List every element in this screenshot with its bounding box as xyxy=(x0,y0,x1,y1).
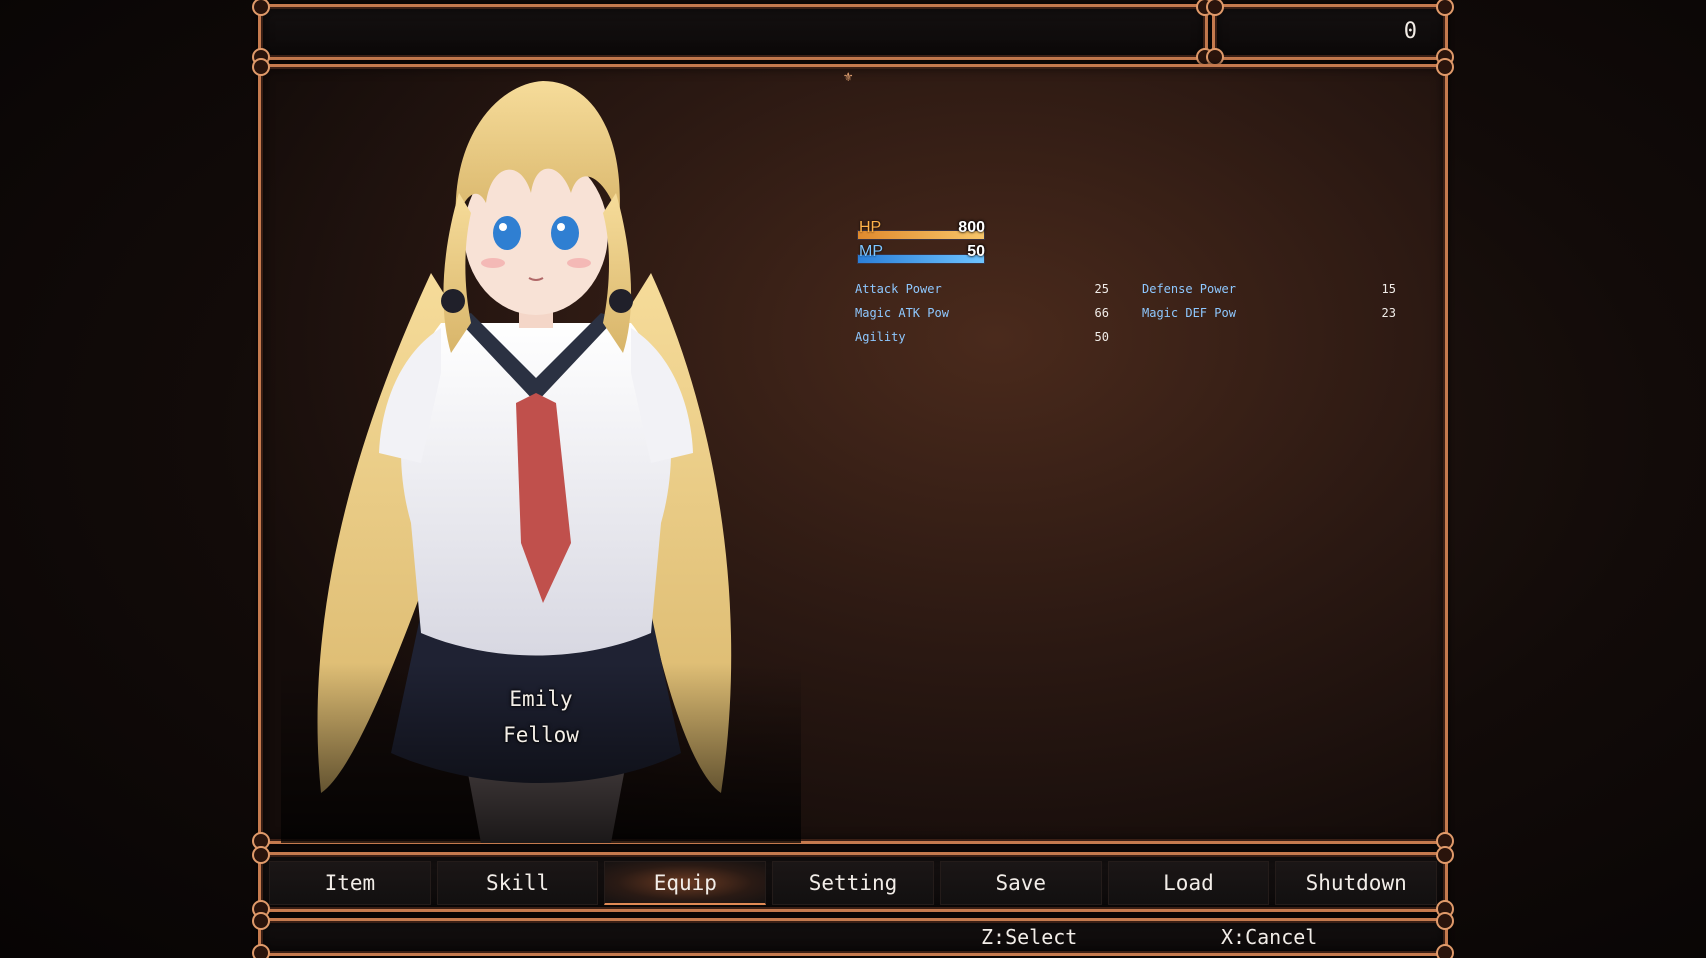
select-key-hint: Z:Select xyxy=(981,925,1078,949)
corner-ornament-icon xyxy=(252,912,270,930)
gold-value: 0 xyxy=(1403,19,1417,44)
mp-gauge: MP 50 xyxy=(857,243,985,267)
corner-ornament-icon xyxy=(252,846,270,864)
menu-item-skill[interactable]: Skill xyxy=(436,861,599,905)
param-defense-label: Defense Power xyxy=(1142,282,1236,296)
param-magic-defense: Magic DEF Pow 23 xyxy=(1142,306,1406,324)
corner-ornament-icon xyxy=(1206,0,1224,16)
actor-portrait[interactable]: Emily Fellow xyxy=(281,73,801,843)
top-window xyxy=(252,0,1214,66)
actor-name: Emily xyxy=(509,687,573,711)
param-attack-value: 25 xyxy=(1094,282,1109,296)
actor-class: Fellow xyxy=(503,723,579,747)
param-attack-label: Attack Power xyxy=(855,282,942,296)
gold-window: 0 xyxy=(1206,0,1454,66)
param-magic-attack-value: 66 xyxy=(1094,306,1109,320)
menu-item-save[interactable]: Save xyxy=(939,861,1102,905)
command-row: Item Skill Equip Setting Save Load Shutd… xyxy=(269,861,1438,905)
param-defense: Defense Power 15 xyxy=(1142,282,1406,300)
corner-ornament-icon xyxy=(252,0,270,16)
corner-ornament-icon xyxy=(1436,58,1454,76)
corner-ornament-icon xyxy=(252,944,270,958)
game-screen: 0 ⚜ Emily Fellow HP 800 MP 50 Attack Pow… xyxy=(0,0,1706,958)
menu-item-load[interactable]: Load xyxy=(1107,861,1270,905)
corner-ornament-icon xyxy=(1436,944,1454,958)
hp-label: HP xyxy=(859,219,882,236)
param-agility-label: Agility xyxy=(855,330,906,344)
mp-value: 50 xyxy=(967,243,985,260)
param-agility-value: 50 xyxy=(1094,330,1109,344)
menu-item-equip[interactable]: Equip xyxy=(604,861,767,905)
hp-gauge: HP 800 xyxy=(857,219,985,243)
param-defense-value: 15 xyxy=(1381,282,1396,296)
param-magic-defense-label: Magic DEF Pow xyxy=(1142,306,1236,320)
param-agility: Agility 50 xyxy=(855,330,1119,348)
hp-value: 800 xyxy=(958,219,985,236)
corner-ornament-icon xyxy=(1436,846,1454,864)
param-magic-attack: Magic ATK Pow 66 xyxy=(855,306,1119,324)
menu-item-item[interactable]: Item xyxy=(269,861,431,905)
param-attack: Attack Power 25 xyxy=(855,282,1119,300)
corner-ornament-icon xyxy=(1436,0,1454,16)
cancel-key-hint: X:Cancel xyxy=(1221,925,1318,949)
menu-item-setting[interactable]: Setting xyxy=(772,861,934,905)
key-help-window: Z:Select X:Cancel xyxy=(252,912,1454,958)
corner-ornament-icon xyxy=(1436,912,1454,930)
command-menu: Item Skill Equip Setting Save Load Shutd… xyxy=(252,846,1454,918)
param-magic-attack-label: Magic ATK Pow xyxy=(855,306,949,320)
mp-label: MP xyxy=(859,243,883,260)
menu-item-shutdown[interactable]: Shutdown xyxy=(1275,861,1438,905)
param-magic-defense-value: 23 xyxy=(1381,306,1396,320)
status-window: ⚜ Emily Fellow HP 800 MP 50 Attack Power… xyxy=(252,58,1454,850)
fleur-ornament-icon: ⚜ xyxy=(844,69,853,85)
corner-ornament-icon xyxy=(252,58,270,76)
